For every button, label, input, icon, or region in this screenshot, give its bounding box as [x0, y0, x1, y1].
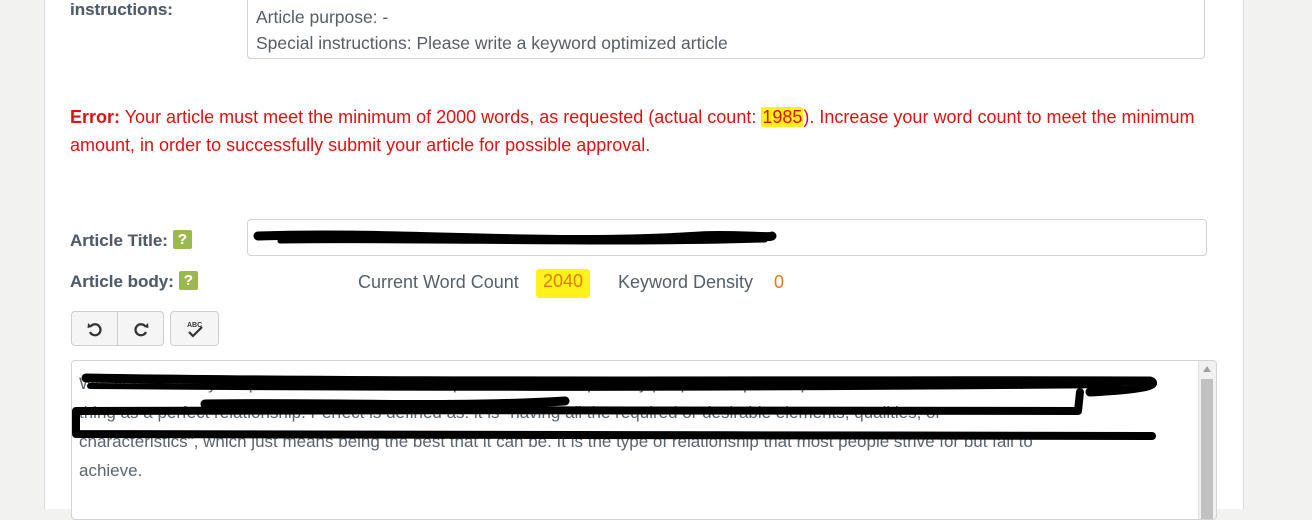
article-body-text[interactable]: We all know many couples that seem to ha… — [79, 369, 1189, 485]
body-line: We all know many couples that seem to ha… — [79, 374, 1024, 393]
instructions-label: instructions: — [70, 0, 173, 19]
keyword-density-value: 0 — [774, 272, 785, 292]
undo-icon — [87, 322, 102, 336]
body-line: characteristics", which just means being… — [79, 432, 1033, 451]
editor-scrollbar[interactable] — [1198, 361, 1216, 519]
article-title-label: Article Title:? — [70, 230, 192, 251]
scroll-thumb[interactable] — [1201, 379, 1213, 519]
spellcheck-icon: ABC — [187, 322, 203, 338]
instructions-box: Article purpose: - Special instructions:… — [247, 0, 1205, 59]
word-count-label: Current Word Count — [358, 272, 519, 292]
undo-button[interactable] — [71, 311, 118, 346]
article-body-editor[interactable]: We all know many couples that seem to ha… — [71, 360, 1217, 520]
article-title-input[interactable] — [247, 219, 1207, 256]
article-body-label-text: Article body: — [70, 272, 174, 291]
error-prefix: Error: — [70, 107, 121, 127]
article-body-label: Article body:? — [70, 271, 198, 292]
keyword-density-label: Keyword Density — [618, 272, 754, 292]
redo-button[interactable] — [117, 311, 164, 346]
help-icon[interactable]: ? — [172, 230, 192, 249]
help-icon[interactable]: ? — [178, 271, 198, 290]
article-purpose-text: Article purpose: - — [256, 7, 389, 27]
special-instructions-text: Special instructions: Please write a key… — [256, 33, 728, 53]
actual-count-highlight: 1985 — [761, 107, 804, 127]
error-text-before: Your article must meet the minimum of 20… — [120, 107, 762, 127]
scroll-up-arrow-icon[interactable] — [1203, 366, 1211, 372]
body-line: achieve. — [79, 461, 143, 480]
redo-icon — [133, 322, 148, 336]
article-title-label-text: Article Title: — [70, 231, 168, 250]
error-message: Error: Your article must meet the minimu… — [70, 103, 1210, 159]
spellcheck-button[interactable]: ABC — [170, 311, 219, 346]
body-line: thing as a perfect relationship. Perfect… — [79, 403, 942, 422]
word-count-value: 2040 — [536, 269, 591, 298]
